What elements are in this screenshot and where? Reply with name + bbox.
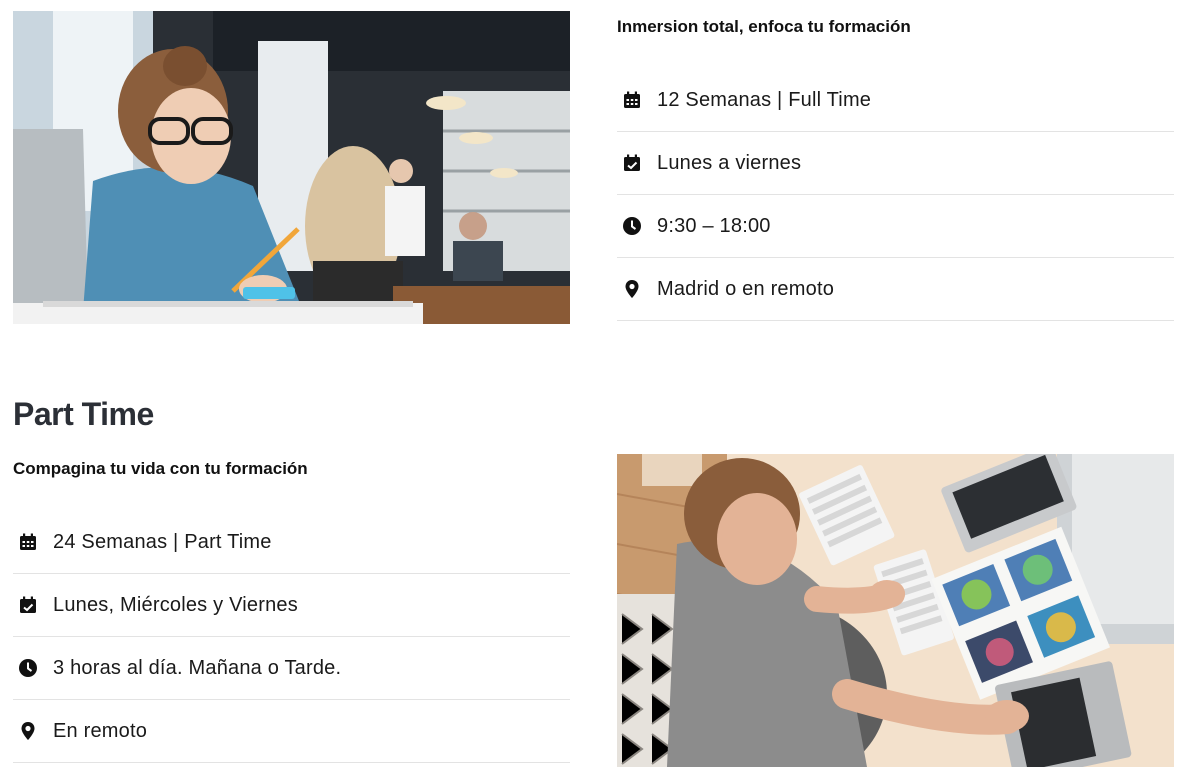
list-item: 3 horas al día. Mañana o Tarde. (13, 637, 570, 700)
office-photo-woman-writing (13, 11, 570, 324)
list-item: 24 Semanas | Part Time (13, 511, 570, 574)
location-text: Madrid o en remoto (657, 277, 835, 300)
hours-text: 3 horas al día. Mañana o Tarde. (53, 656, 342, 679)
days-text: Lunes, Miércoles y Viernes (53, 593, 298, 616)
location-pin-icon (621, 278, 643, 300)
duration-text: 12 Semanas | Full Time (657, 88, 872, 111)
desk-photo-man-laptops (617, 454, 1174, 767)
calendar-check-icon (621, 152, 643, 174)
part-time-title: Part Time (13, 396, 154, 432)
list-item: Madrid o en remoto (617, 258, 1174, 321)
days-text: Lunes a viernes (657, 151, 802, 174)
full-time-info-list: 12 Semanas | Full Time Lunes a viernes 9… (617, 69, 1174, 321)
list-item: 12 Semanas | Full Time (617, 69, 1174, 132)
location-pin-icon (17, 720, 39, 742)
full-time-block: Inmersion total, enfoca tu formación 12 … (617, 0, 1174, 321)
part-time-info-list: 24 Semanas | Part Time Lunes, Miércoles … (13, 511, 570, 763)
list-item: Lunes, Miércoles y Viernes (13, 574, 570, 637)
list-item: 9:30 – 18:00 (617, 195, 1174, 258)
list-item: Lunes a viernes (617, 132, 1174, 195)
clock-icon (17, 657, 39, 679)
calendar-icon (17, 531, 39, 553)
calendar-check-icon (17, 594, 39, 616)
full-time-subtitle: Inmersion total, enfoca tu formación (617, 17, 911, 36)
location-text: En remoto (53, 719, 148, 742)
duration-text: 24 Semanas | Part Time (53, 530, 272, 553)
calendar-icon (621, 89, 643, 111)
part-time-block: Compagina tu vida con tu formación 24 Se… (13, 442, 570, 763)
part-time-subtitle: Compagina tu vida con tu formación (13, 459, 308, 478)
clock-icon (621, 215, 643, 237)
list-item: En remoto (13, 700, 570, 763)
hours-text: 9:30 – 18:00 (657, 214, 771, 237)
